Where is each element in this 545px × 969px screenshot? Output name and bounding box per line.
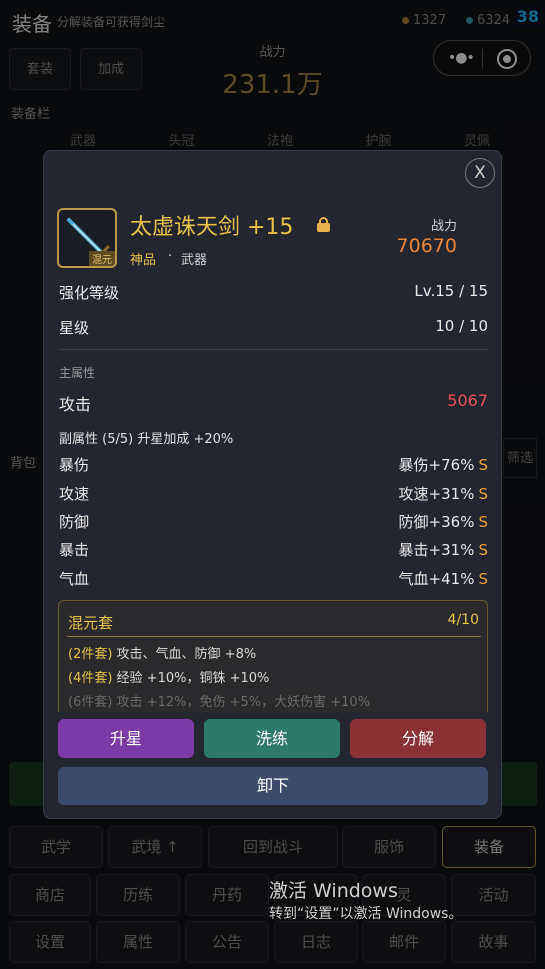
close-button[interactable]: X [465, 158, 495, 188]
sub-attr-value-text: 气血+41% [398, 570, 475, 588]
sub-attr-row: 暴伤 暴伤+76% S [59, 454, 488, 475]
sub-attr-value: 暴伤+76% S [399, 454, 488, 475]
enhance-label: 强化等级 [59, 284, 120, 302]
lock-icon[interactable] [317, 217, 330, 232]
item-type: 武器 [181, 253, 208, 268]
sub-attr-value-text: 防御+36% [398, 513, 475, 531]
item-power-value: 70670 [396, 235, 457, 257]
unequip-button[interactable]: 卸下 [58, 767, 488, 805]
screen: 装备 分解装备可获得剑尘 1327 6324 38 •●• 套装 加成 战力 2… [0, 0, 545, 969]
star-row: 星级 10 / 10 [59, 317, 488, 338]
sub-attr-value: 攻速+31% S [399, 483, 488, 504]
sub-attr-name: 暴击 [59, 541, 90, 559]
sub-attr-grade: S [478, 570, 488, 588]
sub-attr-name: 暴伤 [59, 456, 90, 474]
sub-attr-row: 攻速 攻速+31% S [59, 483, 488, 504]
item-power-label: 战力 [430, 219, 457, 234]
set-count: 4/10 [447, 612, 479, 628]
sub-attr-name: 攻速 [59, 485, 90, 503]
main-attr-label: 主属性 [59, 366, 96, 380]
sub-attr-value: 气血+41% S [399, 568, 488, 589]
sub-attr-value: 防御+36% S [399, 511, 488, 532]
sub-attr-grade: S [478, 485, 488, 503]
star-label: 星级 [59, 319, 90, 337]
equipment-detail-modal: X 混元 太虚诛天剑 +15 神品 · 武器 战力 70670 强化等级 Lv.… [43, 150, 502, 819]
set-bonus-item: (6件套) 攻击 +12%，免伤 +5%，大妖伤害 +10% [68, 691, 370, 710]
sub-attr-grade: S [478, 513, 488, 531]
star-value: 10 / 10 [435, 317, 488, 335]
sub-attr-value-text: 暴击+31% [398, 541, 475, 559]
sub-attr-row: 防御 防御+36% S [59, 511, 488, 532]
sub-attr-header: 副属性 (5/5) 升星加成 +20% [59, 432, 234, 447]
weapon-icon: 混元 [57, 208, 117, 268]
set-bonus-item: (4件套) 经验 +10%，铜铢 +10% [68, 667, 269, 686]
item-name: 太虚诛天剑 +15 [130, 215, 294, 240]
item-separator: · [168, 249, 173, 264]
sub-attr-row: 气血 气血+41% S [59, 568, 488, 589]
set-bonus-item: (2件套) 攻击、气血、防御 +8% [68, 643, 256, 662]
sub-attr-value: 暴击+31% S [399, 539, 488, 560]
activation-watermark-title: 激活 Windows [269, 880, 398, 902]
main-attr-row: 攻击 5067 [59, 391, 488, 415]
enhance-value: Lv.15 / 15 [414, 282, 488, 300]
reroll-button[interactable]: 洗练 [204, 719, 340, 758]
set-bonus-text: 经验 +10%，铜铢 +10% [112, 671, 270, 686]
item-quality: 神品 [130, 253, 157, 268]
star-up-button[interactable]: 升星 [58, 719, 194, 758]
sub-attr-grade: S [478, 541, 488, 559]
sub-attr-value-text: 暴伤+76% [398, 456, 475, 474]
set-bonus-key: (6件套) [68, 695, 113, 710]
set-tag: 混元 [89, 251, 115, 266]
set-name: 混元套 [68, 614, 114, 632]
main-attr-value: 5067 [447, 391, 488, 410]
main-attr-name: 攻击 [59, 395, 92, 414]
enhance-row: 强化等级 Lv.15 / 15 [59, 282, 488, 303]
set-bonus-key: (4件套) [68, 671, 113, 686]
sub-attr-name: 防御 [59, 513, 90, 531]
set-bonus-text: 攻击 +12%，免伤 +5%，大妖伤害 +10% [112, 695, 371, 710]
sub-attr-grade: S [478, 456, 488, 474]
set-bonus-panel: 混元套 4/10 (2件套) 攻击、气血、防御 +8% (4件套) 经验 +10… [58, 600, 488, 712]
sub-attr-value-text: 攻速+31% [398, 485, 475, 503]
set-bonus-key: (2件套) [68, 647, 113, 662]
activation-watermark-hint: 转到“设置”以激活 Windows。 [269, 906, 463, 922]
set-divider [67, 636, 481, 637]
dismantle-button[interactable]: 分解 [350, 719, 486, 758]
set-bonus-text: 攻击、气血、防御 +8% [112, 647, 257, 662]
sub-attr-row: 暴击 暴击+31% S [59, 539, 488, 560]
divider [59, 349, 488, 350]
sub-attr-name: 气血 [59, 570, 90, 588]
